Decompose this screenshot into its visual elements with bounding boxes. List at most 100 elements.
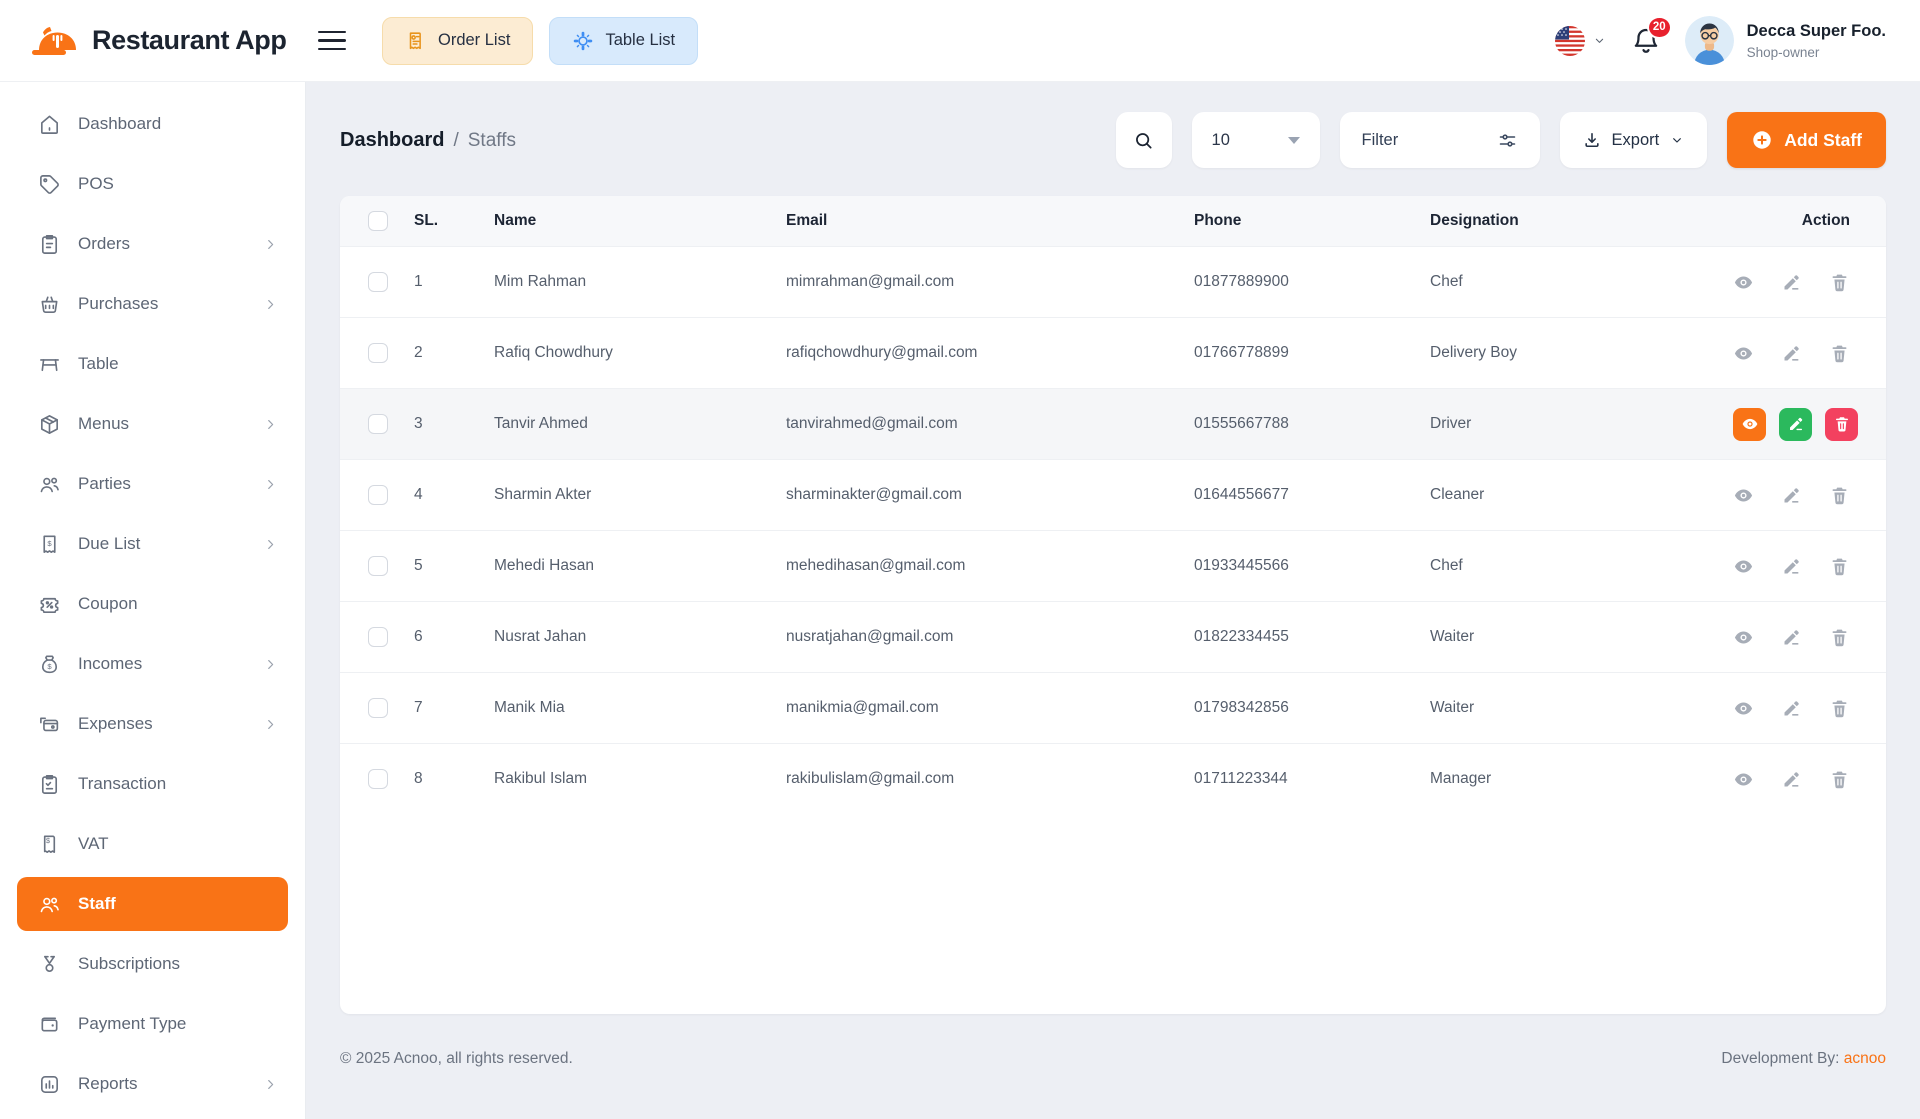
sidebar-item-pos[interactable]: POS xyxy=(0,154,305,214)
search-button[interactable] xyxy=(1116,112,1172,168)
table-list-button[interactable]: Table List xyxy=(549,17,698,65)
view-button[interactable] xyxy=(1733,408,1766,441)
row-checkbox[interactable] xyxy=(368,769,388,789)
delete-icon[interactable] xyxy=(1829,627,1850,648)
sidebar-item-due-list[interactable]: $Due List xyxy=(0,514,305,574)
sidebar-item-label: POS xyxy=(78,174,114,194)
delete-icon[interactable] xyxy=(1829,556,1850,577)
sidebar-item-label: Menus xyxy=(78,414,129,434)
notifications-button[interactable]: 20 xyxy=(1631,25,1661,57)
sidebar-item-label: Table xyxy=(78,354,119,374)
view-icon[interactable] xyxy=(1733,343,1754,364)
delete-button[interactable] xyxy=(1825,408,1858,441)
sidebar-nav: Dashboard POS OrdersPurchases Table Menus Par… xyxy=(0,82,306,1119)
select-all-checkbox[interactable] xyxy=(368,211,388,231)
money-bag-icon: $ xyxy=(38,653,61,676)
cell-name: Rafiq Chowdhury xyxy=(494,344,786,362)
sidebar-item-incomes[interactable]: $Incomes xyxy=(0,634,305,694)
cell-designation: Chef xyxy=(1430,557,1686,575)
view-icon[interactable] xyxy=(1733,272,1754,293)
brand[interactable]: Restaurant App xyxy=(30,19,306,63)
sidebar-item-coupon[interactable]: Coupon xyxy=(0,574,305,634)
sidebar-item-payment-type[interactable]: Payment Type xyxy=(0,994,305,1054)
edit-icon[interactable] xyxy=(1781,485,1802,506)
chevron-down-icon xyxy=(1592,33,1607,48)
cell-email: mehedihasan@gmail.com xyxy=(786,557,1194,575)
breadcrumb-root[interactable]: Dashboard xyxy=(340,129,444,152)
development-by-text: Development By: xyxy=(1721,1050,1839,1067)
toolbar: 10 Filter Export Add Staff xyxy=(1116,112,1886,168)
export-button[interactable]: Export xyxy=(1560,112,1708,168)
header-name: Name xyxy=(494,212,786,230)
cell-phone: 01822334455 xyxy=(1194,628,1430,646)
sidebar-item-label: Subscriptions xyxy=(78,954,180,974)
view-icon[interactable] xyxy=(1733,485,1754,506)
sidebar-item-subscriptions[interactable]: Subscriptions xyxy=(0,934,305,994)
user-menu[interactable]: Decca Super Foo. Shop-owner xyxy=(1685,16,1886,65)
sidebar-item-orders[interactable]: Orders xyxy=(0,214,305,274)
sidebar-item-label: Reports xyxy=(78,1074,138,1094)
filter-button[interactable]: Filter xyxy=(1340,112,1540,168)
delete-icon[interactable] xyxy=(1829,769,1850,790)
delete-icon[interactable] xyxy=(1829,485,1850,506)
row-checkbox[interactable] xyxy=(368,485,388,505)
order-list-button[interactable]: Order List xyxy=(382,17,533,65)
sidebar-item-vat[interactable]: $VAT xyxy=(0,814,305,874)
header-email: Email xyxy=(786,212,1194,230)
cell-designation: Chef xyxy=(1430,273,1686,291)
row-checkbox[interactable] xyxy=(368,272,388,292)
edit-icon[interactable] xyxy=(1781,627,1802,648)
avatar xyxy=(1685,16,1734,65)
header-designation: Designation xyxy=(1430,212,1686,230)
wallet-out-icon xyxy=(38,713,61,736)
delete-icon[interactable] xyxy=(1829,698,1850,719)
sidebar-item-purchases[interactable]: Purchases xyxy=(0,274,305,334)
sliders-icon xyxy=(1497,130,1518,151)
menu-toggle-icon[interactable] xyxy=(318,28,352,54)
cell-designation: Cleaner xyxy=(1430,486,1686,504)
edit-icon[interactable] xyxy=(1781,769,1802,790)
sidebar-item-expenses[interactable]: Expenses xyxy=(0,694,305,754)
row-checkbox[interactable] xyxy=(368,414,388,434)
edit-icon[interactable] xyxy=(1781,698,1802,719)
edit-icon[interactable] xyxy=(1781,272,1802,293)
developer-link[interactable]: acnoo xyxy=(1844,1050,1886,1067)
edit-icon[interactable] xyxy=(1781,343,1802,364)
delete-icon[interactable] xyxy=(1829,343,1850,364)
edit-button[interactable] xyxy=(1779,408,1812,441)
view-icon[interactable] xyxy=(1733,698,1754,719)
edit-icon[interactable] xyxy=(1781,556,1802,577)
view-icon[interactable] xyxy=(1733,556,1754,577)
sidebar-item-menus[interactable]: Menus xyxy=(0,394,305,454)
add-staff-button[interactable]: Add Staff xyxy=(1727,112,1886,168)
table-row: 1 Mim Rahman mimrahman@gmail.com 0187788… xyxy=(340,246,1886,317)
cell-sl: 1 xyxy=(414,273,494,291)
sidebar-item-label: Due List xyxy=(78,534,140,554)
view-icon[interactable] xyxy=(1733,769,1754,790)
download-icon xyxy=(1582,130,1602,150)
sidebar-item-transaction[interactable]: Transaction xyxy=(0,754,305,814)
cell-email: rakibulislam@gmail.com xyxy=(786,770,1194,788)
language-selector[interactable] xyxy=(1555,26,1607,56)
sidebar-item-parties[interactable]: Parties xyxy=(0,454,305,514)
chevron-right-icon xyxy=(262,536,279,553)
per-page-select[interactable]: 10 xyxy=(1192,112,1320,168)
sidebar-item-staff[interactable]: Staff xyxy=(17,877,288,931)
cell-designation: Driver xyxy=(1430,415,1686,433)
view-icon[interactable] xyxy=(1733,627,1754,648)
sidebar-item-dashboard[interactable]: Dashboard xyxy=(0,94,305,154)
ticket-icon xyxy=(38,593,61,616)
cell-name: Rakibul Islam xyxy=(494,770,786,788)
row-checkbox[interactable] xyxy=(368,343,388,363)
row-checkbox[interactable] xyxy=(368,627,388,647)
table-row: 2 Rafiq Chowdhury rafiqchowdhury@gmail.c… xyxy=(340,317,1886,388)
row-checkbox[interactable] xyxy=(368,556,388,576)
row-checkbox[interactable] xyxy=(368,698,388,718)
cell-email: tanvirahmed@gmail.com xyxy=(786,415,1194,433)
user-name: Decca Super Foo. xyxy=(1747,22,1886,41)
cell-email: mimrahman@gmail.com xyxy=(786,273,1194,291)
delete-icon[interactable] xyxy=(1829,272,1850,293)
cell-sl: 6 xyxy=(414,628,494,646)
sidebar-item-table[interactable]: Table xyxy=(0,334,305,394)
sidebar-item-reports[interactable]: Reports xyxy=(0,1054,305,1114)
